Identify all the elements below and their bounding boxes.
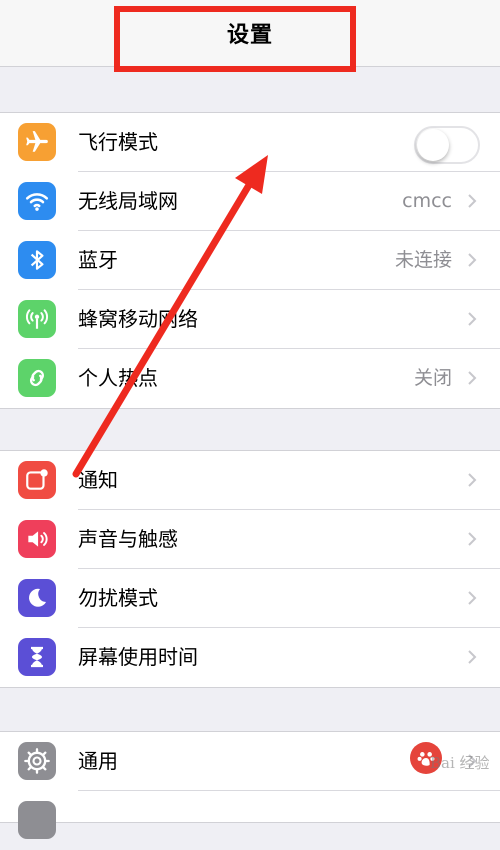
wifi-icon: [18, 182, 56, 220]
speaker-icon: [18, 520, 56, 558]
settings-row-label: 通知: [78, 468, 118, 492]
wifi-network-value: cmcc: [402, 190, 452, 212]
chevron-right-icon: [468, 194, 477, 208]
hotspot-icon: [18, 359, 56, 397]
notification-icon: [18, 461, 56, 499]
settings-row-airplane-mode: 飞行模式: [0, 113, 500, 172]
settings-row-label: 屏幕使用时间: [78, 645, 198, 669]
settings-row-label: 声音与触感: [78, 527, 178, 551]
chevron-right-icon: [468, 473, 477, 487]
settings-row-wifi[interactable]: 无线局域网 cmcc: [0, 172, 500, 231]
airplane-icon: [18, 123, 56, 161]
bluetooth-status-value: 未连接: [394, 249, 452, 271]
settings-row-cellular[interactable]: 蜂窝移动网络: [0, 290, 500, 349]
settings-row-label: 飞行模式: [78, 130, 158, 154]
chevron-right-icon: [468, 532, 477, 546]
settings-row-label: 勿扰模式: [78, 586, 158, 610]
airplane-mode-toggle[interactable]: [414, 126, 480, 164]
settings-row-partial: [0, 791, 500, 850]
moon-icon: [18, 579, 56, 617]
control-center-icon: [18, 801, 56, 839]
settings-row-do-not-disturb[interactable]: 勿扰模式: [0, 569, 500, 628]
settings-row-bluetooth[interactable]: 蓝牙 未连接: [0, 231, 500, 290]
hourglass-icon: [18, 638, 56, 676]
chevron-right-icon: [468, 591, 477, 605]
chevron-right-icon: [468, 371, 477, 385]
toggle-knob: [417, 129, 449, 161]
settings-row-personal-hotspot[interactable]: 个人热点 关闭: [0, 349, 500, 408]
settings-row-sounds-haptics[interactable]: 声音与触感: [0, 510, 500, 569]
settings-row-label: 蓝牙: [78, 248, 118, 272]
settings-row-label: 通用: [78, 749, 118, 773]
settings-row-label: 无线局域网: [78, 189, 178, 213]
gear-icon: [18, 742, 56, 780]
settings-row-notifications[interactable]: 通知: [0, 451, 500, 510]
settings-row-screen-time[interactable]: 屏幕使用时间: [0, 628, 500, 687]
settings-row-label: 蜂窝移动网络: [78, 307, 198, 331]
title-highlight-box: [114, 6, 356, 72]
settings-group-notifications: 通知 声音与触感 勿扰模式 屏幕使用时间: [0, 450, 500, 688]
chevron-right-icon: [468, 312, 477, 326]
watermark-text: Bai 经验: [430, 754, 490, 772]
bluetooth-icon: [18, 241, 56, 279]
hotspot-status-value: 关闭: [413, 367, 452, 389]
chevron-right-icon: [468, 650, 477, 664]
settings-row-label: 个人热点: [78, 366, 158, 390]
settings-group-connectivity: 飞行模式 无线局域网 cmcc 蓝牙 未连接 蜂窝移动网络 个人热点 关闭: [0, 112, 500, 409]
antenna-icon: [18, 300, 56, 338]
chevron-right-icon: [468, 253, 477, 267]
